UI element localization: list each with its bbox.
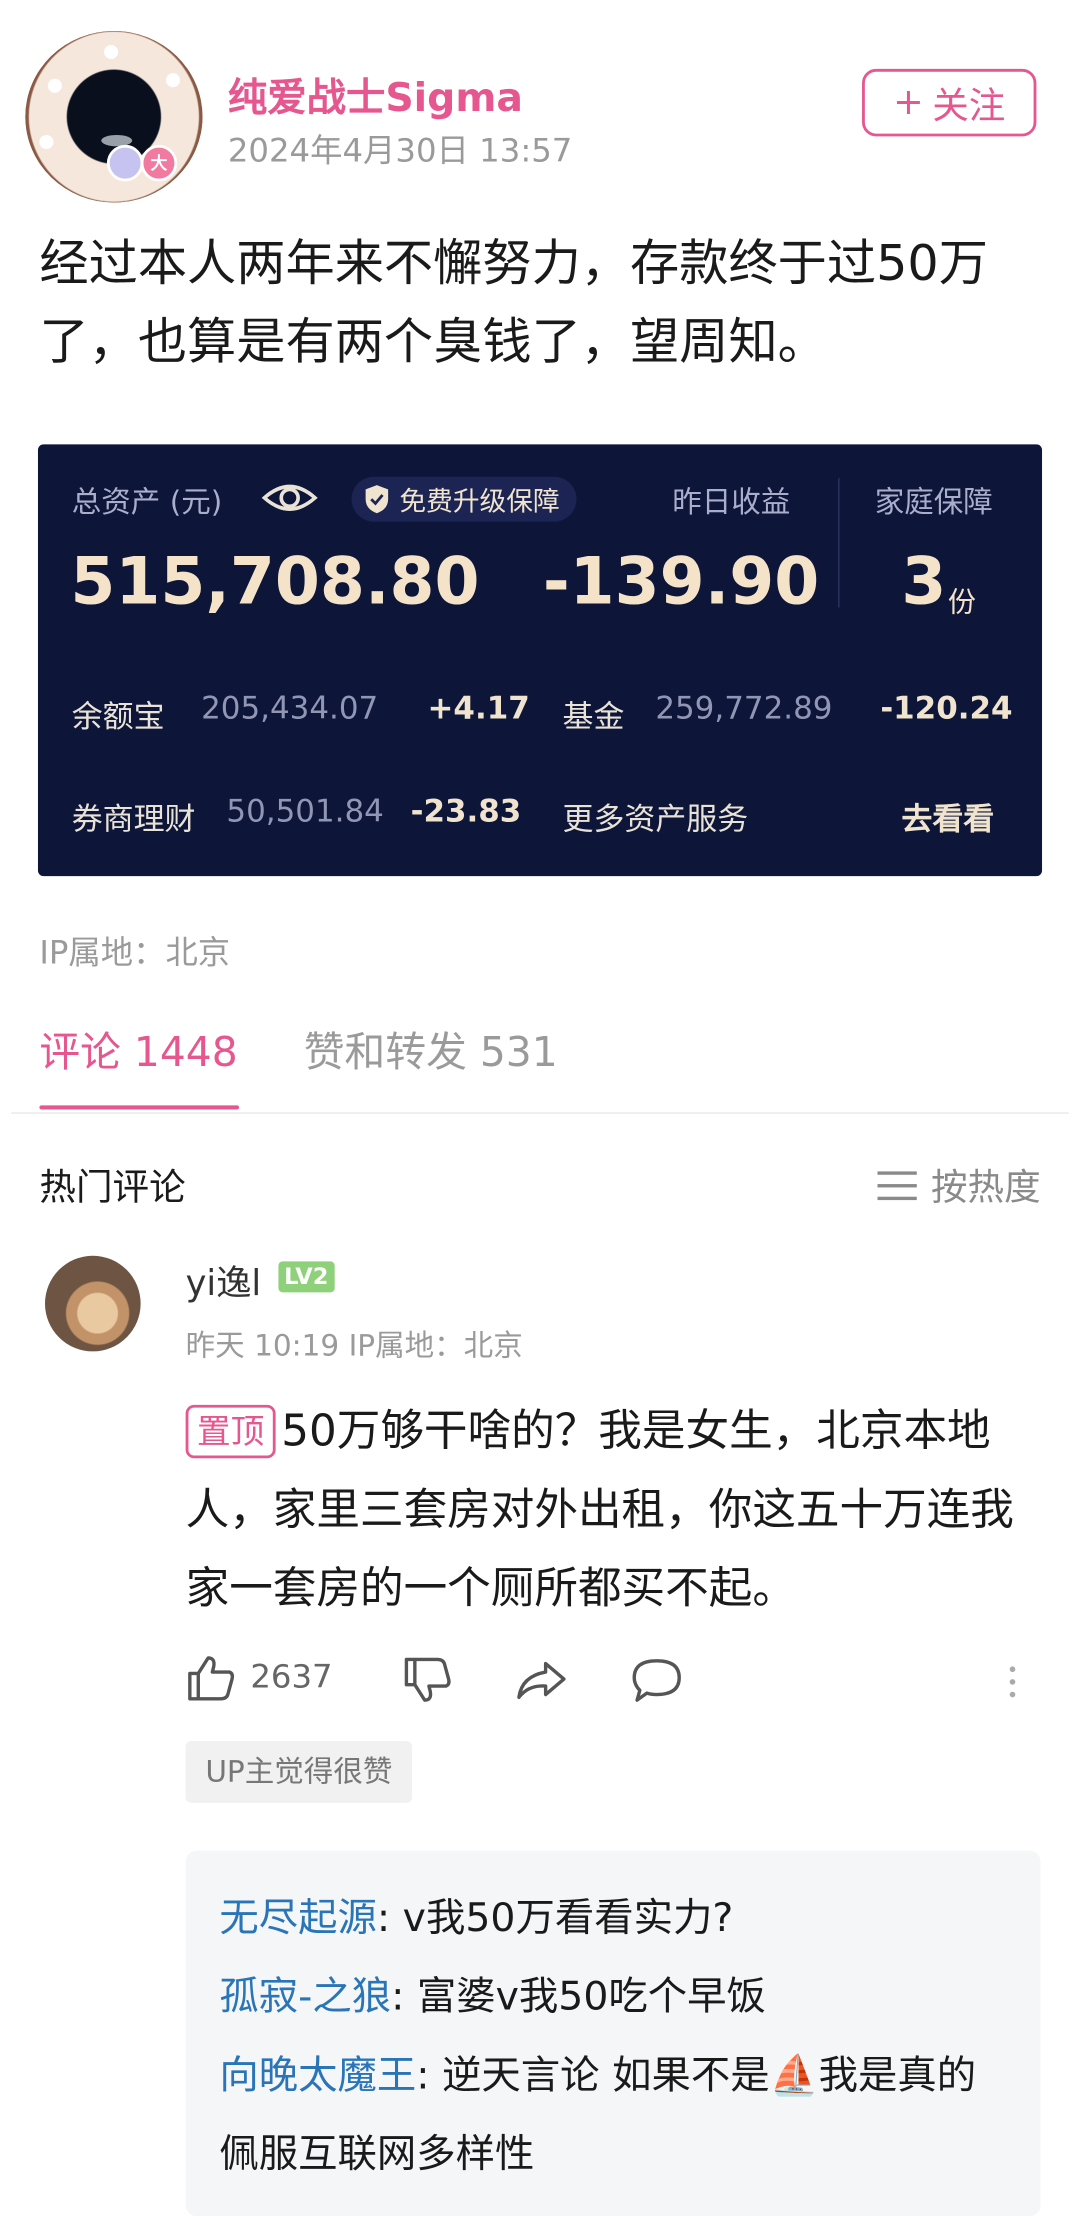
fund-value: 259,772.89 <box>655 691 833 728</box>
commenter-avatar[interactable] <box>45 1255 141 1352</box>
reply-item[interactable]: 孤寂-之狼: 富婆v我50吃个早饭 <box>219 1958 1007 2037</box>
tab-likes-reposts[interactable]: 赞和转发 531 <box>304 1020 558 1079</box>
see-more-link: 去看看 <box>901 802 995 839</box>
reply-user[interactable]: 向晚太魔王 <box>219 2052 416 2098</box>
yuebao-label: 余额宝 <box>71 700 165 736</box>
up-liked-tag: UP主觉得很赞 <box>185 1740 413 1803</box>
tabs-divider <box>11 1112 1069 1114</box>
hot-comments-title: 热门评论 <box>39 1167 186 1210</box>
family-protection-value: 3 <box>901 542 947 619</box>
comment-icon[interactable] <box>630 1657 683 1705</box>
total-assets-label: 总资产 (元) <box>71 485 223 519</box>
card-divider <box>838 478 840 608</box>
yuebao-delta: +4.17 <box>427 691 530 728</box>
thumb-down-icon[interactable] <box>402 1657 453 1705</box>
yesterday-earnings-value: -139.90 <box>542 542 820 619</box>
tab-comments[interactable]: 评论 1448 <box>39 1020 237 1079</box>
reply-user[interactable]: 孤寂-之狼 <box>219 1973 391 2019</box>
replies-preview[interactable]: 无尽起源: v我50万看看实力? 孤寂-之狼: 富婆v我50吃个早饭 向晚太魔王… <box>185 1850 1041 2216</box>
reply-item[interactable]: 向晚太魔王: 逆天言论 如果不是⛵我是真的佩服互联网多样性 <box>219 2036 1007 2194</box>
commenter-name[interactable]: yi逸l <box>186 1256 261 1307</box>
post-text: 经过本人两年来不懈努力，存款终于过50万了，也算是有两个臭钱了，望周知。 <box>39 236 988 372</box>
yesterday-earnings-label: 昨日收益 <box>672 485 791 519</box>
fund-delta: -120.24 <box>880 691 1013 728</box>
plus-icon: + <box>893 81 924 124</box>
verified-badge <box>106 144 144 182</box>
post-detail-page: 大 纯爱战士Sigma 2024年4月30日 13:57 + 关注 经过本人两年… <box>0 0 1080 2216</box>
reply-user[interactable]: 无尽起源 <box>219 1894 377 1940</box>
level-badge: 大 <box>140 144 178 182</box>
upgrade-protection-pill[interactable]: 免费升级保障 <box>351 476 577 522</box>
ip-location: IP属地：北京 <box>39 935 231 972</box>
total-assets-value: 515,708.80 <box>70 542 480 619</box>
reply-item[interactable]: 无尽起源: v我50万看看实力? <box>219 1879 1007 1958</box>
like-count: 2637 <box>250 1659 333 1696</box>
yuebao-value: 205,434.07 <box>201 691 379 728</box>
fund-label: 基金 <box>562 700 625 736</box>
shield-icon <box>365 485 389 514</box>
broker-label: 券商理财 <box>71 802 196 839</box>
menu-icon <box>877 1170 917 1200</box>
more-services-label: 更多资产服务 <box>562 802 749 839</box>
follow-button[interactable]: + 关注 <box>862 68 1037 137</box>
comment-meta: 昨天 10:19 IP属地：北京 <box>185 1328 523 1363</box>
eye-icon[interactable] <box>261 475 318 520</box>
author-name[interactable]: 纯爱战士Sigma <box>228 68 523 124</box>
reply-text: : v我50万看看实力? <box>376 1894 734 1941</box>
broker-delta: -23.83 <box>410 794 522 830</box>
like-button[interactable]: 2637 <box>186 1654 333 1702</box>
post-time: 2024年4月30日 13:57 <box>227 133 573 171</box>
comment-body: 置顶 50万够干啥的？我是女生，北京本地人，家里三套房对外出租，你这五十万连我家一… <box>185 1392 1044 1628</box>
family-protection-unit: 份 <box>947 585 976 619</box>
active-tab-indicator <box>39 1105 240 1110</box>
user-level-badge: LV2 <box>278 1261 335 1293</box>
reply-text: : 富婆v我50吃个早饭 <box>391 1972 766 2020</box>
sort-label: 按热度 <box>930 1167 1041 1210</box>
pinned-tag: 置顶 <box>185 1404 276 1459</box>
thumb-up-icon <box>188 1656 235 1701</box>
comment-text: 50万够干啥的？我是女生，北京本地人，家里三套房对外出租，你这五十万连我家一套房… <box>185 1406 1014 1615</box>
upgrade-label: 免费升级保障 <box>399 485 560 517</box>
more-icon[interactable] <box>1009 1659 1016 1704</box>
family-protection-label: 家庭保障 <box>874 485 993 519</box>
broker-value: 50,501.84 <box>226 794 384 830</box>
follow-label: 关注 <box>932 85 1006 128</box>
sort-button[interactable]: 按热度 <box>877 1159 1041 1211</box>
share-icon[interactable] <box>515 1659 568 1701</box>
